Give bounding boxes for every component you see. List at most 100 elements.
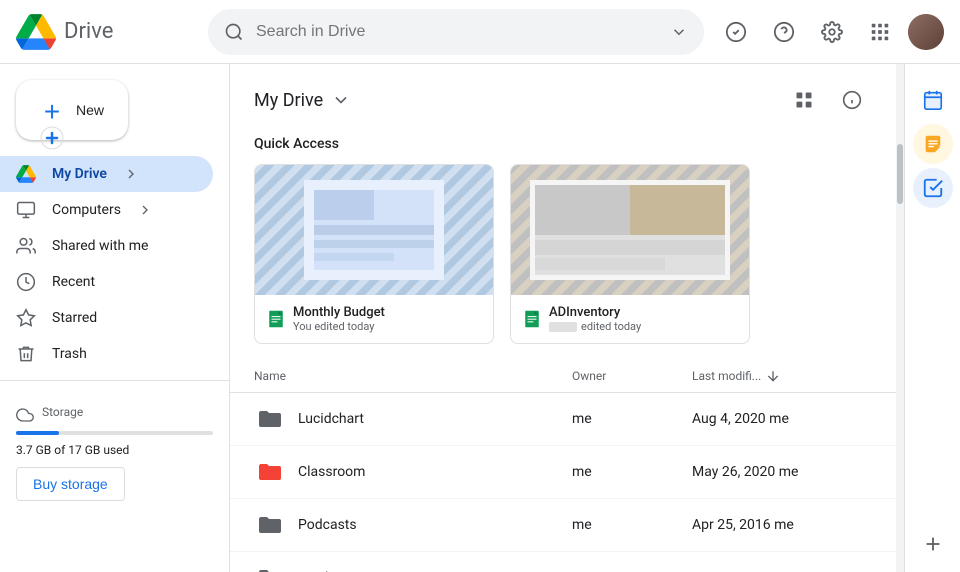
search-input[interactable] [256, 23, 662, 41]
quick-access-grid: Monthly Budget You edited today [230, 156, 896, 360]
topbar: Drive [0, 0, 960, 64]
qa-name-adinventory: ADInventory [549, 305, 737, 320]
trash-icon [16, 344, 36, 364]
file-owner-podcasts: me [572, 517, 692, 533]
checkmark-circle-icon [725, 21, 747, 43]
my-drive-icon [16, 164, 36, 184]
sidebar-item-recent[interactable]: Recent [0, 264, 213, 300]
scrollbar-thumb[interactable] [897, 144, 903, 204]
table-row[interactable]: Podcasts me Apr 25, 2016 me [230, 499, 896, 552]
recent-icon [16, 272, 36, 292]
drive-title: My Drive [254, 90, 323, 111]
file-name-lucidchart: Lucidchart [298, 411, 572, 427]
file-modified-podcasts: Apr 25, 2016 me [692, 517, 872, 533]
sidebar-item-computers[interactable]: Computers [0, 192, 213, 228]
grid-view-button[interactable] [784, 80, 824, 120]
col-header-owner: Owner [572, 369, 692, 383]
my-drive-expand-icon [123, 166, 139, 182]
storage-section: Storage 3.7 GB of 17 GB used Buy storage [0, 389, 229, 509]
tasks-icon [922, 177, 944, 199]
qa-thumbnail-adinventory [511, 165, 749, 295]
file-owner-classroom: me [572, 464, 692, 480]
calendar-panel-button[interactable] [913, 80, 953, 120]
sheets-icon [267, 310, 285, 328]
file-list-header: Name Owner Last modifi... [230, 360, 896, 393]
help-icon-btn[interactable] [764, 12, 804, 52]
drive-header: My Drive [230, 64, 896, 128]
sidebar-recent-label: Recent [52, 274, 95, 290]
new-button[interactable]: New [16, 80, 128, 140]
computers-icon [16, 200, 36, 220]
folder-icon-classroom [254, 456, 286, 488]
scrollbar-track[interactable] [896, 64, 904, 572]
user-avatar[interactable] [908, 14, 944, 50]
buy-storage-button[interactable]: Buy storage [16, 467, 125, 501]
file-owner-lucidchart: me [572, 411, 692, 427]
table-row[interactable]: Classroom me May 26, 2020 me [230, 446, 896, 499]
sidebar-item-shared-with-me[interactable]: Shared with me [0, 228, 213, 264]
qa-card-monthly-budget[interactable]: Monthly Budget You edited today [254, 164, 494, 344]
apps-icon-btn[interactable] [860, 12, 900, 52]
grid-view-icon [794, 90, 814, 110]
quick-access-label: Quick Access [230, 128, 896, 156]
info-button[interactable] [832, 80, 872, 120]
file-modified-lucidchart: Aug 4, 2020 me [692, 411, 872, 427]
storage-bar-fill [16, 431, 59, 435]
settings-icon [821, 21, 843, 43]
col-header-name: Name [254, 369, 572, 383]
thumbnail-image-adinventory [530, 180, 730, 280]
notes-icon [922, 133, 944, 155]
drive-title-area: My Drive [254, 90, 351, 111]
sidebar-divider [0, 380, 229, 381]
settings-icon-btn[interactable] [812, 12, 852, 52]
logo-area: Drive [16, 12, 196, 52]
help-icon [773, 21, 795, 43]
computers-expand-icon [137, 202, 153, 218]
sidebar-trash-label: Trash [52, 346, 87, 362]
cloud-storage-icon [16, 406, 34, 424]
search-bar[interactable] [208, 9, 704, 55]
apps-grid-icon [869, 21, 891, 43]
qa-card-adinventory[interactable]: ADInventory edited today [510, 164, 750, 344]
qa-name-monthly-budget: Monthly Budget [293, 305, 481, 320]
sidebar-item-starred[interactable]: Starred [0, 300, 213, 336]
calendar-icon [922, 89, 944, 111]
search-chevron-icon [670, 23, 688, 41]
qa-thumbnail-monthly-budget [255, 165, 493, 295]
sidebar-item-trash[interactable]: Trash [0, 336, 213, 372]
search-icon [224, 22, 244, 42]
sidebar-computers-label: Computers [52, 202, 121, 218]
plus-icon [40, 126, 64, 150]
topbar-actions [716, 12, 944, 52]
main-layout: New My Drive [0, 64, 960, 572]
sidebar-item-my-drive[interactable]: My Drive [0, 156, 213, 192]
col-header-modified[interactable]: Last modifi... [692, 368, 872, 384]
add-icon [922, 533, 944, 555]
storage-label: Storage [42, 405, 83, 419]
storage-bar-bg [16, 431, 213, 435]
sidebar-my-drive-label: My Drive [52, 166, 107, 182]
tasks-panel-button[interactable] [913, 168, 953, 208]
table-row[interactable]: Lucidchart me Aug 4, 2020 me [230, 393, 896, 446]
notes-panel-button[interactable] [913, 124, 953, 164]
file-modified-classroom: May 26, 2020 me [692, 464, 872, 480]
folder-icon-lucidchart [254, 403, 286, 435]
shared-with-me-icon [16, 236, 36, 256]
file-name-classroom: Classroom [298, 464, 572, 480]
thumbnail-image-monthly-budget [304, 180, 444, 280]
file-name-podcasts: Podcasts [298, 517, 572, 533]
folder-icon-freelance [254, 562, 286, 572]
app-title: Drive [64, 19, 113, 44]
content-area: My Drive Quick A [230, 64, 896, 572]
drive-logo-icon [16, 12, 56, 52]
sidebar: New My Drive [0, 64, 230, 572]
drive-title-chevron-icon[interactable] [331, 90, 351, 110]
sheets-icon-2 [523, 310, 541, 328]
sidebar-shared-label: Shared with me [52, 238, 148, 254]
support-icon-btn[interactable] [716, 12, 756, 52]
qa-sub-monthly-budget: You edited today [293, 320, 481, 333]
qa-info-adinventory: ADInventory edited today [511, 295, 749, 343]
right-panel-add-button[interactable] [913, 524, 953, 564]
table-row[interactable]: Freelance me Apr 4, 2016 me [230, 552, 896, 572]
sidebar-starred-label: Starred [52, 310, 97, 326]
